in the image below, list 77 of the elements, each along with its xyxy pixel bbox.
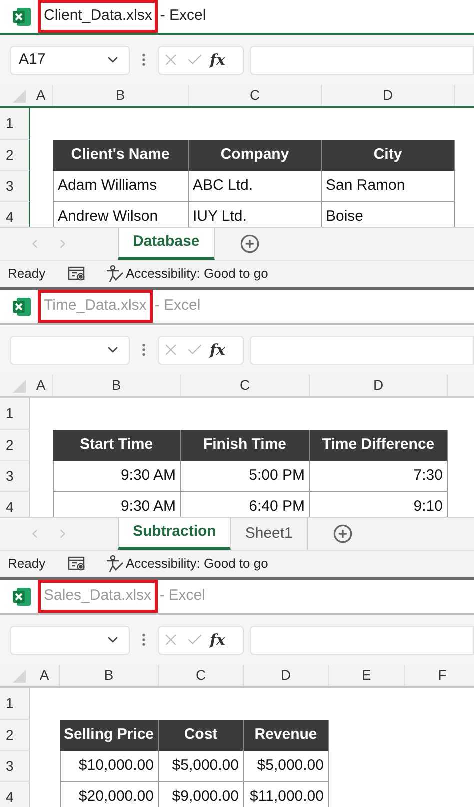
macro-recording-icon[interactable] (68, 556, 86, 572)
column-letter: B (104, 666, 114, 685)
table-cell: 9:30 AM (53, 492, 181, 517)
app-name: - Excel (154, 296, 201, 316)
formula-input-field[interactable] (250, 626, 474, 654)
accessibility-icon[interactable] (106, 555, 124, 573)
spreadsheet-app-icon (12, 296, 32, 316)
table-header-cell: Client's Name (53, 140, 189, 171)
add-sheet-icon[interactable] (332, 524, 353, 544)
column-letter: C (250, 86, 260, 105)
table-header-cell: Start Time (53, 430, 181, 461)
column-letter: E (362, 666, 372, 685)
file-name: Sales_Data.xlsx (38, 580, 158, 613)
formula-input-field[interactable] (250, 336, 474, 364)
insert-function-button[interactable]: fx (210, 628, 226, 652)
row-number: 4 (6, 208, 14, 226)
column-letter: C (240, 376, 250, 395)
table-header-cell: Selling Price (60, 720, 159, 751)
table-header-cell: Time Difference (310, 430, 448, 461)
sheet-tab[interactable]: Database (118, 228, 215, 260)
macro-recording-icon[interactable] (68, 266, 86, 282)
table-cell: ABC Ltd. (189, 171, 322, 202)
accessibility-icon[interactable] (106, 265, 124, 283)
table-cell: 7:30 (310, 461, 448, 492)
insert-function-button[interactable]: fx (210, 338, 226, 362)
table-header-cell: Company (189, 140, 322, 171)
app-name: - Excel (160, 586, 206, 606)
sheet-tab[interactable]: Subtraction (118, 518, 232, 550)
column-letter: B (116, 86, 126, 105)
spreadsheet-app-icon (12, 586, 32, 606)
column-letter: D (373, 376, 384, 395)
row-number: 4 (6, 788, 14, 806)
name-box[interactable] (10, 626, 130, 654)
file-name: Time_Data.xlsx (38, 290, 153, 323)
table-cell: Andrew Wilson (53, 202, 189, 227)
add-sheet-icon[interactable] (240, 234, 260, 254)
row-number: 2 (6, 436, 14, 454)
table-header-cell: Revenue (244, 720, 329, 751)
row-number: 1 (6, 404, 14, 423)
column-letter: D (382, 86, 394, 105)
column-letter: A (36, 86, 46, 105)
table-cell: San Ramon (322, 171, 455, 202)
name-box[interactable]: A17 (10, 46, 130, 74)
table-cell: 5:00 PM (181, 461, 310, 492)
name-box[interactable] (10, 336, 130, 364)
status-mode: Ready (8, 555, 47, 574)
row-number: 2 (6, 726, 14, 744)
row-number: 3 (6, 756, 14, 776)
table-cell: $10,000.00 (60, 751, 159, 782)
insert-function-button[interactable]: fx (210, 48, 226, 72)
row-number: 4 (6, 498, 14, 516)
column-letter: A (40, 666, 50, 685)
accessibility-status[interactable]: Accessibility: Good to go (126, 264, 268, 284)
accessibility-status[interactable]: Accessibility: Good to go (126, 554, 268, 574)
row-number: 1 (6, 114, 14, 133)
row-number: 1 (6, 694, 14, 713)
table-cell: $5,000.00 (159, 751, 244, 782)
column-letter: C (196, 666, 206, 685)
table-cell: $20,000.00 (60, 782, 159, 807)
row-number: 2 (6, 146, 14, 164)
column-letter: B (112, 376, 122, 395)
row-number: 3 (6, 176, 14, 196)
column-letter: D (280, 666, 292, 685)
spreadsheet-app-icon (12, 6, 32, 26)
table-header-cell: Finish Time (181, 430, 310, 461)
table-cell: Adam Williams (53, 171, 189, 202)
table-cell: 9:30 AM (53, 461, 181, 492)
status-mode: Ready (8, 265, 47, 284)
table-header-cell: Cost (159, 720, 244, 751)
row-number: 3 (6, 466, 14, 486)
file-name: Client_Data.xlsx (38, 0, 158, 33)
app-name: - Excel (160, 6, 206, 26)
table-header-cell: City (322, 140, 455, 171)
table-cell: $5,000.00 (244, 751, 329, 782)
column-letter: F (438, 666, 447, 685)
column-letter: A (36, 376, 46, 395)
formula-input-field[interactable] (250, 46, 474, 74)
